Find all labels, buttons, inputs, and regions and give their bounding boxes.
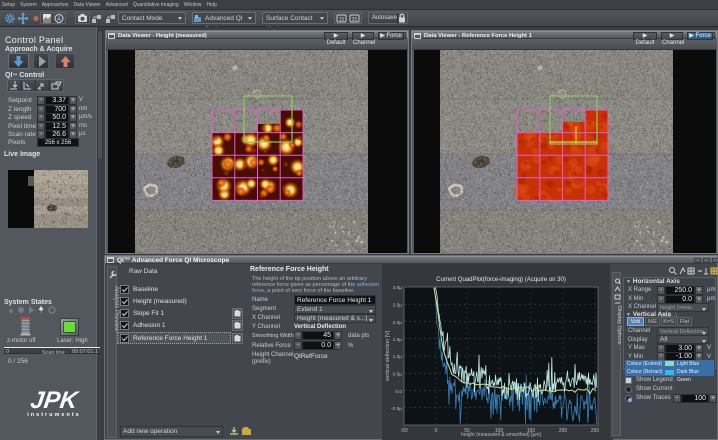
svg-text:1.5µ: 1.5µ — [393, 337, 403, 343]
svg-text:20: 20 — [352, 17, 358, 23]
svg-text:-50: -50 — [400, 428, 407, 434]
svg-text:0.0: 0.0 — [395, 389, 402, 395]
svg-text:height (measured & smoothed) [: height (measured & smoothed) [µm] — [461, 432, 541, 438]
svg-text:200: 200 — [559, 428, 568, 434]
svg-text:1.0µ: 1.0µ — [393, 354, 403, 360]
svg-text:0.5µ: 0.5µ — [393, 372, 403, 378]
svg-text:250: 250 — [591, 428, 600, 434]
svg-text:2.5µ: 2.5µ — [393, 303, 403, 309]
svg-text:3.0µ: 3.0µ — [393, 285, 403, 291]
svg-text:A: A — [57, 17, 61, 23]
svg-text:2.0µ: 2.0µ — [393, 320, 403, 326]
svg-text:0: 0 — [435, 428, 438, 434]
svg-text:-0.5µ: -0.5µ — [391, 406, 402, 412]
svg-text:Current QuadPlot(force-imaging: Current QuadPlot(force-imaging) (Acquire… — [436, 277, 566, 283]
svg-text:vertical deflection [V]: vertical deflection [V] — [385, 330, 391, 381]
svg-text:15: 15 — [339, 17, 345, 23]
